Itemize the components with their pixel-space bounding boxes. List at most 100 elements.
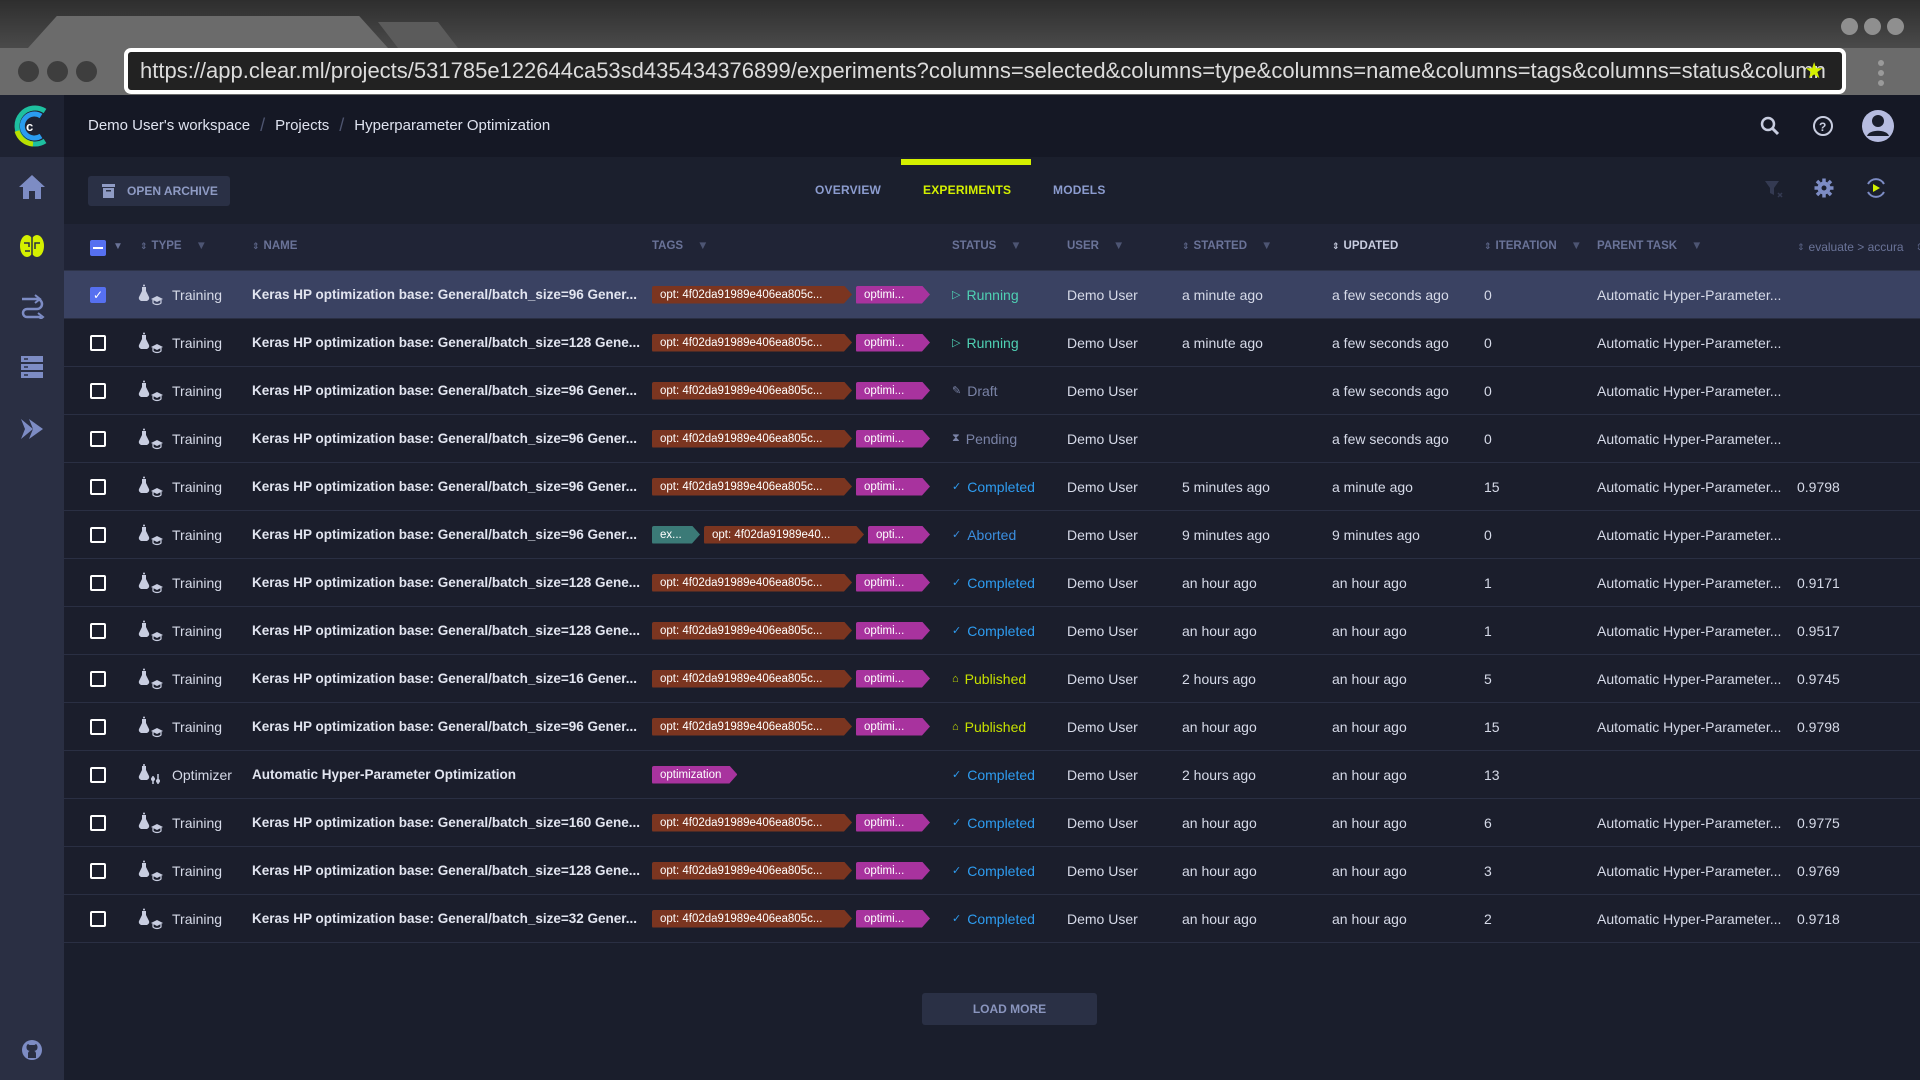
row-checkbox[interactable] <box>90 575 106 591</box>
row-checkbox[interactable] <box>90 383 106 399</box>
name-cell[interactable]: Keras HP optimization base: General/batc… <box>252 655 647 702</box>
parent-task-cell[interactable]: Automatic Hyper-Parameter... <box>1597 463 1787 510</box>
tag-optim[interactable]: optimi... <box>856 574 930 592</box>
name-cell[interactable]: Keras HP optimization base: General/batc… <box>252 559 647 606</box>
column-header-type[interactable]: ⇕ TYPE ▼ <box>140 240 207 252</box>
select-all-checkbox[interactable] <box>90 240 106 256</box>
row-checkbox[interactable] <box>90 335 106 351</box>
tab-overview[interactable]: OVERVIEW <box>815 183 881 197</box>
filter-icon[interactable]: ▼ <box>1691 240 1702 252</box>
row-checkbox[interactable] <box>90 527 106 543</box>
parent-task-cell[interactable]: Automatic Hyper-Parameter... <box>1597 847 1787 894</box>
filter-icon[interactable]: ▼ <box>697 240 708 252</box>
column-header-metric[interactable]: ⇕ evaluate > accura ⇕ <box>1797 240 1920 254</box>
parent-task-cell[interactable]: Automatic Hyper-Parameter... <box>1597 367 1787 414</box>
table-row[interactable]: Training Keras HP optimization base: Gen… <box>64 847 1920 895</box>
name-cell[interactable]: Keras HP optimization base: General/batc… <box>252 367 647 414</box>
table-row[interactable]: Training Keras HP optimization base: Gen… <box>64 511 1920 559</box>
sidebar-item-experiments[interactable] <box>16 230 48 262</box>
parent-task-cell[interactable]: Automatic Hyper-Parameter... <box>1597 559 1787 606</box>
name-cell[interactable]: Keras HP optimization base: General/batc… <box>252 463 647 510</box>
row-checkbox[interactable] <box>90 431 106 447</box>
filter-icon[interactable]: ▼ <box>1261 240 1272 252</box>
tag-opt[interactable]: opt: 4f02da91989e406ea805c... <box>652 430 852 448</box>
tag-optim[interactable]: optimi... <box>856 814 930 832</box>
tag-opt[interactable]: opt: 4f02da91989e406ea805c... <box>652 574 852 592</box>
tag-opt[interactable]: opt: 4f02da91989e406ea805c... <box>652 910 852 928</box>
tag-optim[interactable]: optimization <box>652 766 737 784</box>
auto-refresh-button[interactable] <box>1864 176 1888 205</box>
parent-task-cell[interactable]: Automatic Hyper-Parameter... <box>1597 415 1787 462</box>
row-checkbox[interactable] <box>90 479 106 495</box>
open-archive-button[interactable]: OPEN ARCHIVE <box>88 176 230 206</box>
window-maximize-button[interactable] <box>76 61 97 82</box>
tag-optim[interactable]: optimi... <box>856 910 930 928</box>
parent-task-cell[interactable]: Automatic Hyper-Parameter... <box>1597 895 1787 942</box>
sidebar-item-pipelines[interactable] <box>16 290 48 322</box>
tab-models[interactable]: MODELS <box>1053 183 1106 197</box>
row-checkbox[interactable] <box>90 911 106 927</box>
tag-optim[interactable]: optimi... <box>856 382 930 400</box>
parent-task-cell[interactable]: Automatic Hyper-Parameter... <box>1597 607 1787 654</box>
name-cell[interactable]: Keras HP optimization base: General/batc… <box>252 319 647 366</box>
row-checkbox[interactable] <box>90 767 106 783</box>
browser-tab[interactable] <box>28 16 388 48</box>
table-row[interactable]: Training Keras HP optimization base: Gen… <box>64 559 1920 607</box>
table-row[interactable]: Training Keras HP optimization base: Gen… <box>64 367 1920 415</box>
tab-experiments[interactable]: EXPERIMENTS <box>923 183 1011 197</box>
table-row[interactable]: Training Keras HP optimization base: Gen… <box>64 415 1920 463</box>
user-avatar[interactable] <box>1861 107 1895 145</box>
name-cell[interactable]: Keras HP optimization base: General/batc… <box>252 847 647 894</box>
parent-task-cell[interactable]: Automatic Hyper-Parameter... <box>1597 799 1787 846</box>
window-minimize-button[interactable] <box>47 61 68 82</box>
tag-opt[interactable]: opt: 4f02da91989e40... <box>704 526 864 544</box>
column-header-iteration[interactable]: ⇕ ITERATION ▼ <box>1484 240 1582 252</box>
breadcrumb-projects[interactable]: Projects <box>275 117 329 134</box>
sidebar-item-orchestration[interactable] <box>16 413 48 445</box>
help-button[interactable]: ? <box>1812 107 1834 145</box>
browser-menu-icon[interactable] <box>1878 60 1884 86</box>
table-row[interactable]: Optimizer Automatic Hyper-Parameter Opti… <box>64 751 1920 799</box>
name-cell[interactable]: Keras HP optimization base: General/batc… <box>252 703 647 750</box>
tag-opt[interactable]: opt: 4f02da91989e406ea805c... <box>652 670 852 688</box>
tag-optim[interactable]: optimi... <box>856 622 930 640</box>
url-text[interactable]: https://app.clear.ml/projects/531785e122… <box>140 58 1826 83</box>
row-checkbox[interactable] <box>90 719 106 735</box>
star-icon[interactable]: ★ <box>1804 59 1824 83</box>
parent-task-cell[interactable]: Automatic Hyper-Parameter... <box>1597 511 1787 558</box>
settings-button[interactable] <box>1814 178 1834 203</box>
table-row[interactable]: Training Keras HP optimization base: Gen… <box>64 463 1920 511</box>
tag-optim[interactable]: opti... <box>868 526 930 544</box>
parent-task-cell[interactable]: Automatic Hyper-Parameter... <box>1597 703 1787 750</box>
tag-opt[interactable]: opt: 4f02da91989e406ea805c... <box>652 814 852 832</box>
tag-opt[interactable]: opt: 4f02da91989e406ea805c... <box>652 334 852 352</box>
row-checkbox[interactable] <box>90 815 106 831</box>
tag-optim[interactable]: optimi... <box>856 862 930 880</box>
load-more-button[interactable]: LOAD MORE <box>922 993 1097 1025</box>
column-header-status[interactable]: STATUS ▼ <box>952 240 1022 252</box>
name-cell[interactable]: Keras HP optimization base: General/batc… <box>252 607 647 654</box>
tag-optim[interactable]: optimi... <box>856 478 930 496</box>
column-header-started[interactable]: ⇕ STARTED ▼ <box>1182 240 1272 252</box>
tag-opt[interactable]: opt: 4f02da91989e406ea805c... <box>652 862 852 880</box>
tag-optim[interactable]: optimi... <box>856 430 930 448</box>
table-row[interactable]: Training Keras HP optimization base: Gen… <box>64 607 1920 655</box>
column-header-name[interactable]: ⇕ NAME <box>252 240 297 252</box>
select-menu-chevron-icon[interactable]: ▼ <box>113 241 123 252</box>
column-header-tags[interactable]: TAGS ▼ <box>652 240 708 252</box>
tag-optim[interactable]: optimi... <box>856 334 930 352</box>
tag-opt[interactable]: opt: 4f02da91989e406ea805c... <box>652 478 852 496</box>
name-cell[interactable]: Keras HP optimization base: General/batc… <box>252 511 647 558</box>
name-cell[interactable]: Keras HP optimization base: General/batc… <box>252 799 647 846</box>
window-close-button[interactable] <box>18 61 39 82</box>
tag-optim[interactable]: optimi... <box>856 718 930 736</box>
url-bar[interactable]: https://app.clear.ml/projects/531785e122… <box>124 48 1846 94</box>
name-cell[interactable]: Keras HP optimization base: General/batc… <box>252 895 647 942</box>
clearml-logo[interactable]: c <box>0 95 64 157</box>
table-row[interactable]: Training Keras HP optimization base: Gen… <box>64 655 1920 703</box>
row-checkbox[interactable] <box>90 671 106 687</box>
row-checkbox[interactable] <box>90 863 106 879</box>
filter-icon[interactable]: ▼ <box>1010 240 1021 252</box>
tag-opt[interactable]: opt: 4f02da91989e406ea805c... <box>652 718 852 736</box>
parent-task-cell[interactable]: Automatic Hyper-Parameter... <box>1597 655 1787 702</box>
